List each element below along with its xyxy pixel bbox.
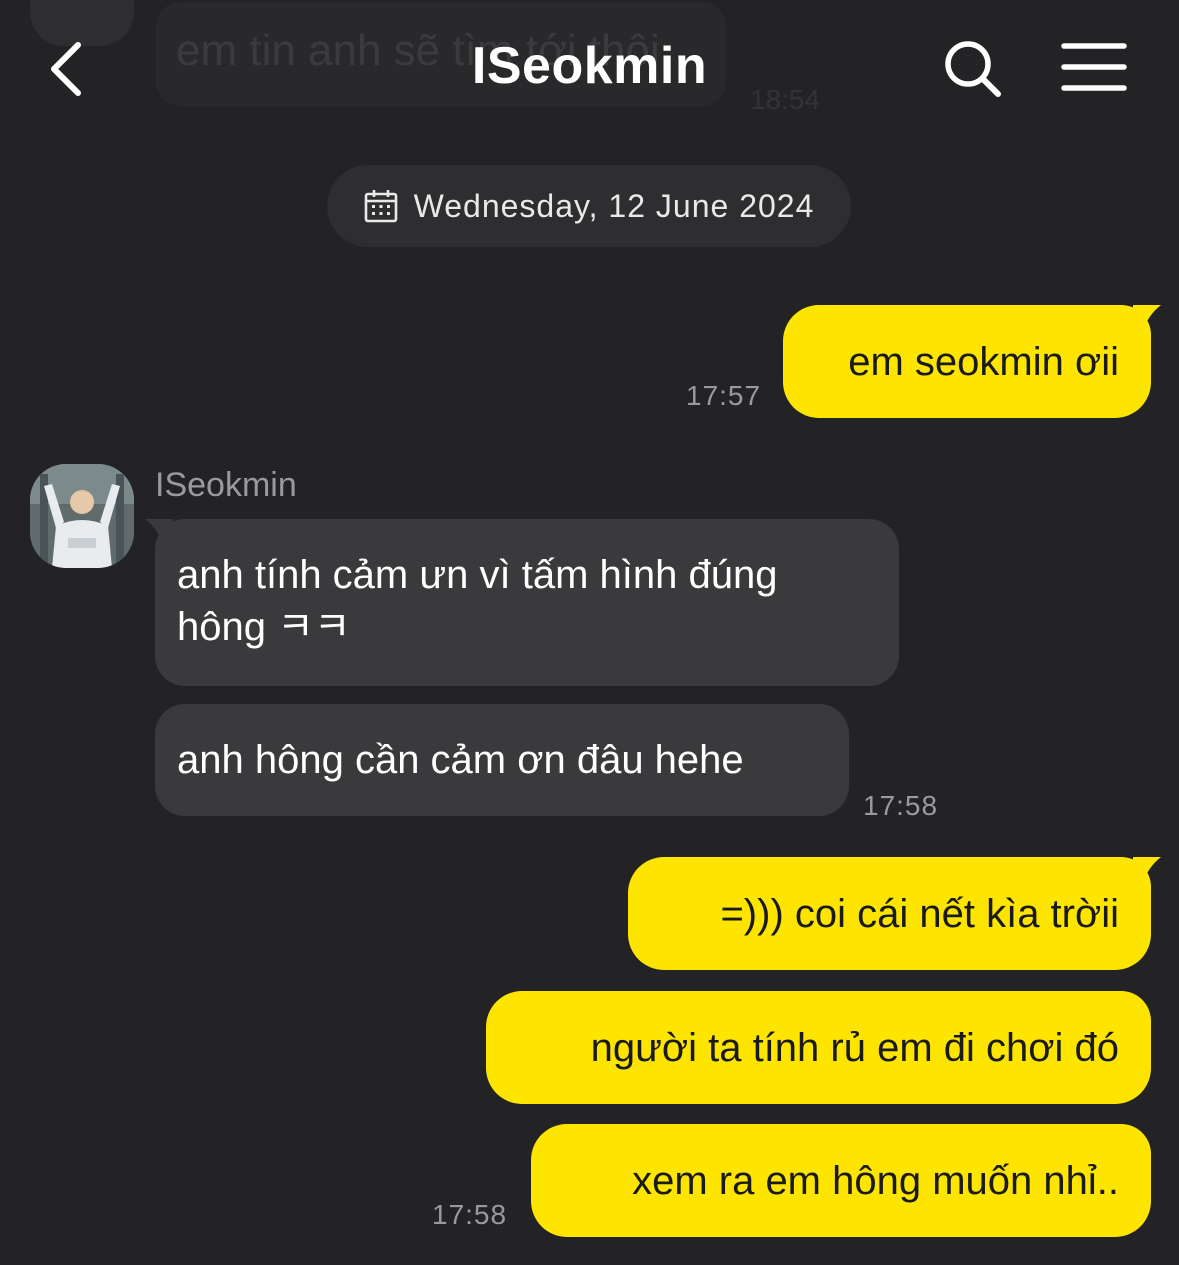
message-text: người ta tính rủ em đi chơi đó — [590, 1025, 1119, 1070]
message-text: anh tính cảm ưn vì tấm hình đúng hông ㅋㅋ — [177, 553, 778, 649]
message-time: 17:58 — [863, 790, 939, 821]
search-icon — [945, 41, 1001, 97]
date-separator: Wednesday, 12 June 2024 — [327, 165, 851, 247]
date-label: Wednesday, 12 June 2024 — [413, 187, 815, 224]
outgoing-message-bubble[interactable]: =))) coi cái nết kìa trờii — [628, 857, 1161, 970]
incoming-message-bubble[interactable]: anh tính cảm ưn vì tấm hình đúng hông ㅋㅋ — [145, 519, 899, 686]
chat-header: ISeokmin — [0, 0, 1179, 135]
message-text: =))) coi cái nết kìa trờii — [720, 891, 1119, 936]
sender-name: ISeokmin — [155, 466, 297, 504]
incoming-message-bubble[interactable]: anh hông cần cảm ơn đâu hehe — [155, 704, 849, 816]
bubble-tail — [1133, 857, 1161, 884]
bubble-tail — [1133, 305, 1161, 332]
outgoing-message-bubble[interactable]: người ta tính rủ em đi chơi đó — [486, 991, 1151, 1104]
message-text: xem ra em hông muốn nhỉ.. — [632, 1158, 1119, 1203]
avatar-photo — [30, 464, 134, 568]
bubble-tail — [145, 519, 173, 546]
message-time: 17:58 — [432, 1199, 508, 1230]
outgoing-message-bubble[interactable]: em seokmin ơii — [783, 305, 1161, 418]
hamburger-menu-icon — [1061, 43, 1127, 91]
calendar-icon — [364, 190, 397, 223]
message-time: 17:57 — [686, 380, 762, 411]
message-text: em seokmin ơii — [848, 339, 1119, 384]
outgoing-message-bubble[interactable]: xem ra em hông muốn nhỉ.. — [531, 1124, 1151, 1237]
search-button[interactable] — [940, 36, 1006, 102]
contact-avatar[interactable] — [30, 464, 134, 568]
message-text: anh hông cần cảm ơn đâu hehe — [177, 738, 744, 782]
menu-button[interactable] — [1060, 40, 1128, 96]
